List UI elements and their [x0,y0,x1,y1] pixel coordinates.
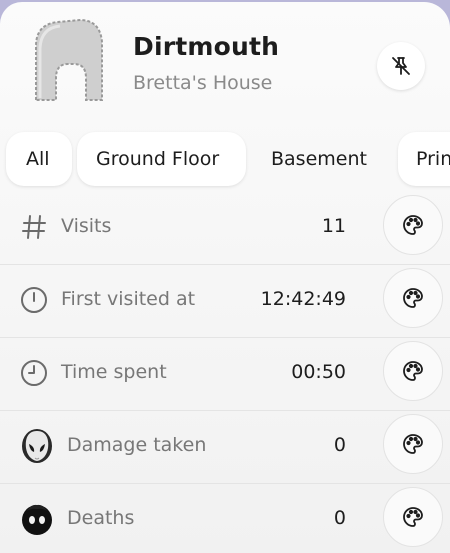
stat-label: Time spent [61,361,167,383]
palette-icon [403,507,423,527]
stat-value: 11 [321,215,346,237]
palette-icon [403,288,423,308]
house-silhouette-icon [35,18,103,101]
stat-label: Deaths [67,507,135,529]
stat-value: 12:42:49 [260,288,346,310]
stat-label: Damage taken [67,434,207,456]
stat-label: Visits [61,215,112,237]
tab-prin[interactable]: Prin [398,132,450,186]
unpin-button[interactable] [377,42,425,90]
clock-icon [21,360,47,386]
stat-row-damage-taken: Damage taken 0 [0,411,450,484]
palette-icon [403,434,423,454]
location-title: Dirtmouth [133,32,280,61]
hash-icon [22,215,46,239]
stats-list: Visits 11 First visited at 12:42:49 Time… [0,192,450,553]
stat-row-time-spent: Time spent 00:50 [0,338,450,411]
stat-row-visits: Visits 11 [0,192,450,265]
clock-alert-icon [21,287,47,313]
color-picker-button[interactable] [383,195,443,255]
color-picker-button[interactable] [383,268,443,328]
location-panel: Dirtmouth Bretta's House All Ground Floo… [0,2,450,553]
floor-tabs: All Ground Floor Basement Prin [0,132,450,186]
stat-label: First visited at [61,288,196,310]
color-picker-button[interactable] [383,341,443,401]
shade-icon [22,504,52,535]
panel-header: Dirtmouth Bretta's House [0,2,450,124]
stat-value: 0 [333,434,346,456]
tab-ground-floor[interactable]: Ground Floor [77,132,246,186]
palette-icon [403,361,423,381]
tab-all[interactable]: All [6,132,72,186]
stat-value: 0 [333,507,346,529]
pin-off-icon [392,57,410,75]
stat-value: 00:50 [291,361,346,383]
location-subtitle: Bretta's House [133,72,273,94]
tab-basement[interactable]: Basement [271,132,381,186]
stat-row-deaths: Deaths 0 [0,484,450,553]
color-picker-button[interactable] [383,414,443,474]
color-picker-button[interactable] [383,487,443,547]
mask-icon [22,429,52,463]
palette-icon [403,215,423,235]
stat-row-first-visited: First visited at 12:42:49 [0,265,450,338]
